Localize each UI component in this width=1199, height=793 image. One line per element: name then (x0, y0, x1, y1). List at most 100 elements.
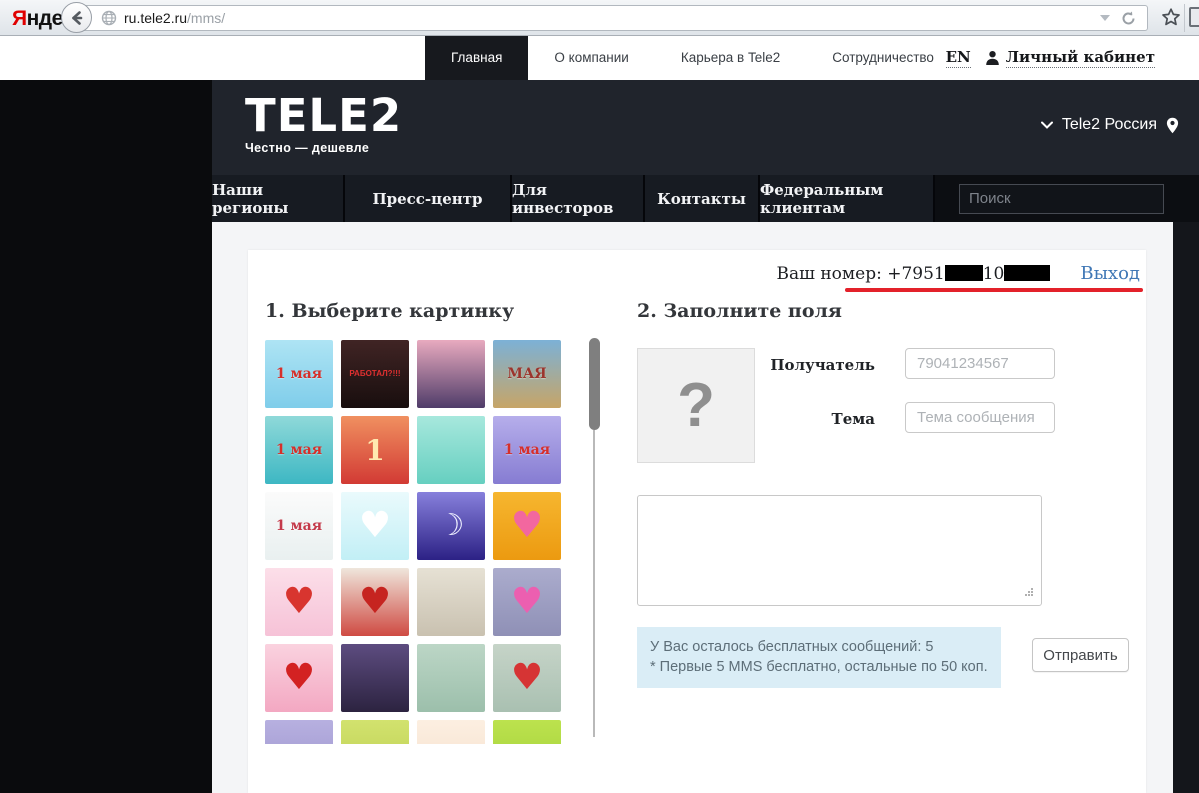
info-line-1: У Вас осталось бесплатных сообщений: 5 (650, 637, 988, 657)
region-label: Tele2 Россия (1062, 116, 1157, 134)
top-tab[interactable]: Главная (425, 36, 528, 82)
nav-item[interactable]: Федеральным клиентам (760, 175, 935, 222)
section-title-pick-image: 1. Выберите картинку (265, 300, 514, 322)
tile-art: ♥ (511, 660, 543, 696)
message-textarea[interactable] (637, 495, 1042, 606)
site-nav-bar: Наши регионыПресс-центрДля инвесторовКон… (212, 175, 1199, 222)
tile-art: 1 мая (276, 442, 322, 458)
location-pin-icon (1166, 117, 1179, 134)
red-underline (845, 288, 1143, 292)
top-tabs: ГлавнаяО компанииКарьера в Tele2Сотрудни… (425, 36, 960, 80)
url-text: ru.tele2.ru/mms/ (124, 10, 225, 26)
back-arrow-icon (68, 9, 86, 27)
tile-art: ♥ (359, 584, 391, 620)
tile-art: МАЯ (507, 366, 546, 382)
search-input[interactable] (969, 190, 1168, 207)
textarea-resize-grip[interactable] (1031, 594, 1033, 596)
globe-icon (101, 10, 117, 26)
page-right-margin (1173, 222, 1199, 793)
cabinet-label: Личный кабинет (1006, 48, 1155, 68)
tile-art: РАБОТАЛ?!!! (349, 369, 400, 379)
mms-image-tile-bright-green-clipped[interactable] (493, 720, 561, 744)
language-switch[interactable]: EN (946, 48, 971, 68)
subject-input[interactable] (905, 402, 1055, 433)
redaction-box (1004, 265, 1050, 281)
tile-art: 1 мая (504, 442, 550, 458)
mms-image-tile-boss-worked-today[interactable]: РАБОТАЛ?!!! (341, 340, 409, 408)
section-title-fill-fields: 2. Заполните поля (637, 300, 842, 322)
top-tab[interactable]: Карьера в Tele2 (655, 36, 806, 80)
tile-art: ♥ (359, 508, 391, 544)
subject-label: Тема (753, 410, 875, 428)
mms-image-tile-heart-plate-plaid[interactable]: ♥ (341, 568, 409, 636)
user-icon (985, 50, 1000, 66)
mms-image-tile-horse-couple-scene[interactable] (417, 568, 485, 636)
mms-image-tile-cream-clipped[interactable] (417, 720, 485, 744)
tile-art: ♥ (283, 584, 315, 620)
top-tab[interactable]: Сотрудничество (806, 36, 960, 80)
redaction-box (945, 265, 983, 281)
logout-link[interactable]: Выход (1080, 263, 1140, 284)
mms-image-tile-labor-made-man[interactable] (417, 340, 485, 408)
address-bar[interactable]: ru.tele2.ru/mms/ (78, 5, 1148, 31)
mms-image-tile-birdhouse-couple[interactable] (417, 416, 485, 484)
your-number-text: Ваш номер: +795110 (777, 264, 1051, 284)
nav-item[interactable]: Для инвесторов (512, 175, 645, 222)
mms-image-tile-teddy-bears-heart[interactable]: ♥ (493, 644, 561, 712)
logo-tagline: Честно — дешевле (245, 141, 402, 155)
mms-image-tile-bridge-moon-couple[interactable]: ☽ (417, 492, 485, 560)
info-line-2: * Первые 5 MMS бесплатно, остальные по 5… (650, 657, 988, 677)
nav-item[interactable]: Пресс-центр (345, 175, 512, 222)
logo-text: TELE2 (245, 93, 402, 139)
mms-content-card: Ваш номер: +795110 Выход 1. Выберите кар… (248, 250, 1146, 793)
site-header: TELE2 Честно — дешевле Tele2 Россия (212, 80, 1199, 175)
url-dropdown-icon[interactable] (1100, 15, 1110, 21)
tile-art: ☽ (438, 511, 465, 541)
region-selector[interactable]: Tele2 Россия (1041, 116, 1179, 134)
recipient-label: Получатель (753, 356, 875, 374)
top-tab[interactable]: О компании (528, 36, 654, 80)
image-tile-grid: 1 мая РАБОТАЛ?!!! МАЯ 1 мая 1 1 мая 1 мая ♥ ☽ ♥ ♥ ♥… (265, 340, 565, 744)
mms-image-tile-may-1-rose[interactable]: 1 (341, 416, 409, 484)
recipient-input[interactable] (905, 348, 1055, 379)
tile-art: ♥ (511, 584, 543, 620)
reload-icon[interactable] (1120, 10, 1137, 27)
chevron-down-icon (1041, 121, 1053, 129)
tile-art: ♥ (511, 508, 543, 544)
browser-toolbar: Яндекс ru.tele2.ru/mms/ (0, 0, 1199, 36)
mms-image-tile-hearts-orange[interactable]: ♥ (493, 492, 561, 560)
grid-scrollbar-thumb[interactable] (589, 338, 600, 430)
bookmark-star-icon[interactable] (1161, 7, 1181, 27)
bookmarks-panel-icon[interactable] (1189, 7, 1199, 27)
mms-image-tile-hallway-scene[interactable] (417, 644, 485, 712)
nav-item[interactable]: Контакты (645, 175, 760, 222)
mms-image-tile-cherubs-kiss[interactable]: ♥ (265, 568, 333, 636)
tele2-logo[interactable]: TELE2 Честно — дешевле (245, 93, 402, 155)
mms-image-tile-green-hearts-clipped[interactable] (341, 720, 409, 744)
send-button[interactable]: Отправить (1032, 638, 1129, 672)
nav-item[interactable]: Наши регионы (212, 175, 345, 222)
mms-image-tile-cherubs-red-heart[interactable]: ♥ (265, 644, 333, 712)
site-search-box[interactable] (959, 184, 1164, 214)
mms-image-tile-dark-purple-scene[interactable] (341, 644, 409, 712)
back-button[interactable] (61, 2, 92, 33)
tile-art: ♥ (283, 660, 315, 696)
mms-image-tile-may-windmill[interactable]: МАЯ (493, 340, 561, 408)
question-mark-icon: ? (677, 370, 715, 441)
mms-image-tile-may-1-rays[interactable]: 1 мая (265, 416, 333, 484)
grid-scrollbar-track[interactable] (593, 430, 595, 737)
mms-image-tile-may-1-carnations[interactable]: 1 мая (265, 492, 333, 560)
mms-image-tile-lavender-clipped[interactable] (265, 720, 333, 744)
mms-image-tile-cupid-heart-cloud[interactable]: ♥ (341, 492, 409, 560)
tile-art: 1 мая (276, 518, 322, 534)
mms-image-tile-may-1-balloons[interactable]: 1 мая (265, 340, 333, 408)
page-left-margin (0, 80, 212, 793)
mms-image-tile-may-1-purple[interactable]: 1 мая (493, 416, 561, 484)
tile-art: 1 мая (276, 366, 322, 382)
mms-preview-placeholder: ? (637, 348, 755, 463)
personal-cabinet-link[interactable]: Личный кабинет (985, 48, 1155, 68)
toolbar-divider (1184, 4, 1185, 32)
mms-image-tile-big-heart-couple[interactable]: ♥ (493, 568, 561, 636)
tile-art: 1 (365, 434, 384, 467)
account-info-row: Ваш номер: +795110 Выход (777, 263, 1140, 284)
